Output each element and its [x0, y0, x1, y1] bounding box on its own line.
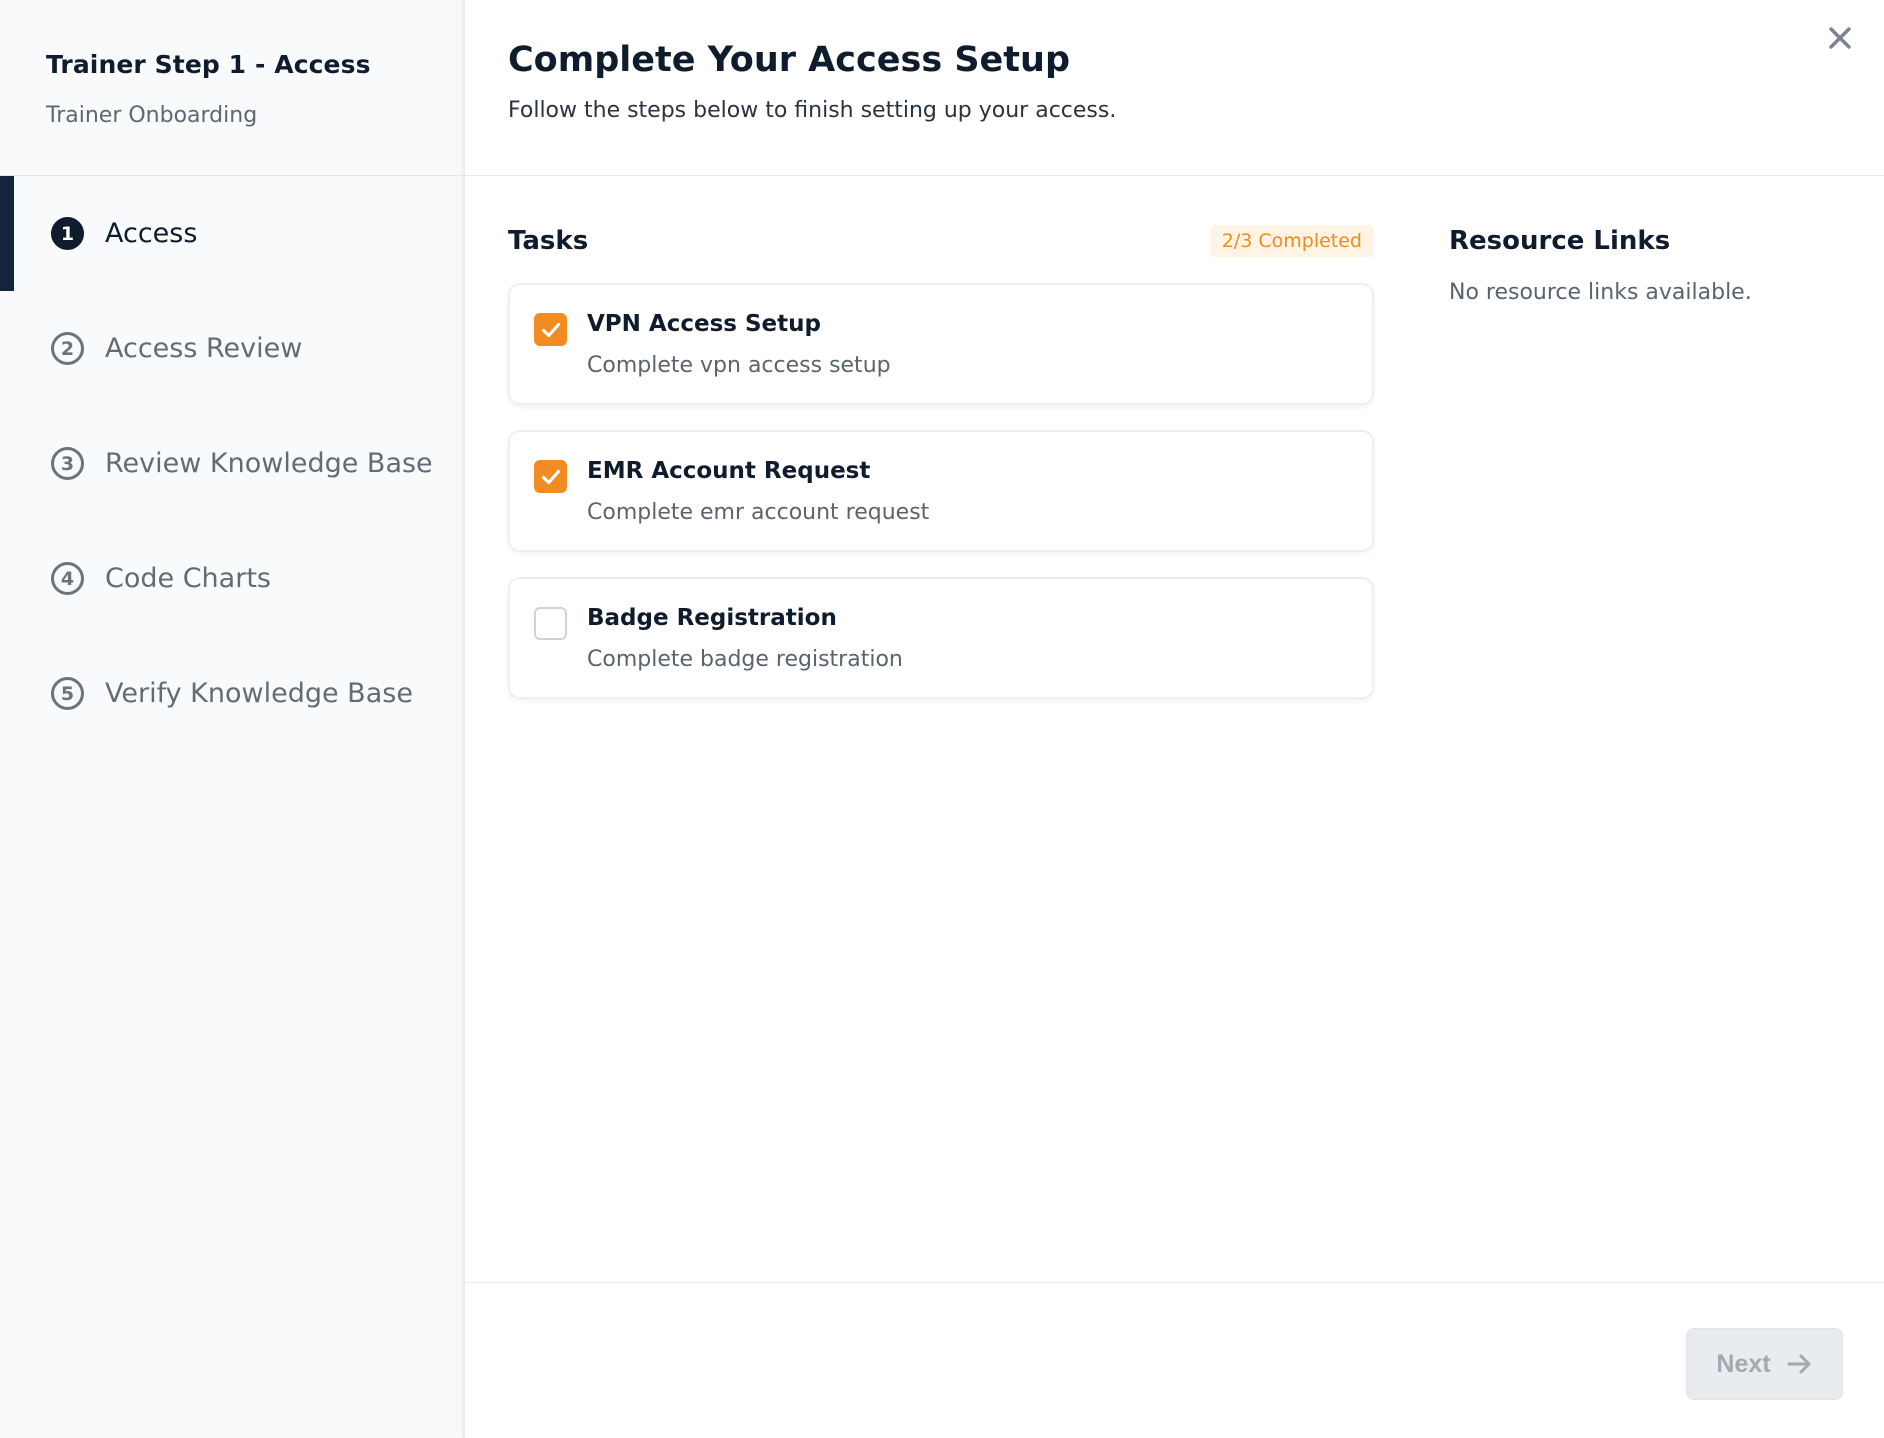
progress-badge: 2/3 Completed [1209, 225, 1374, 257]
step-label: Verify Knowledge Base [105, 678, 413, 709]
next-button[interactable]: Next [1686, 1328, 1843, 1400]
step-label: Review Knowledge Base [105, 448, 433, 479]
main-header: Complete Your Access Setup Follow the st… [465, 0, 1884, 176]
step-label: Access Review [105, 333, 303, 364]
sidebar-header: Trainer Step 1 - Access Trainer Onboardi… [0, 0, 463, 176]
task-checkbox[interactable] [534, 460, 567, 493]
modal-footer: Next [465, 1282, 1884, 1438]
close-button[interactable] [1822, 20, 1858, 56]
step-item-access[interactable]: 1 Access [0, 176, 463, 291]
main-panel: Complete Your Access Setup Follow the st… [465, 0, 1884, 1438]
check-icon [541, 322, 560, 337]
resource-links-empty-text: No resource links available. [1449, 280, 1752, 305]
tasks-section: Tasks 2/3 Completed VPN Access Setup Com… [508, 224, 1374, 724]
check-icon [541, 469, 560, 484]
task-list: VPN Access Setup Complete vpn access set… [508, 283, 1374, 699]
next-button-label: Next [1716, 1349, 1771, 1378]
sidebar-subtitle: Trainer Onboarding [46, 103, 258, 128]
task-title: Badge Registration [587, 605, 837, 631]
page-title: Complete Your Access Setup [508, 40, 1070, 80]
task-description: Complete badge registration [587, 647, 903, 672]
step-label: Code Charts [105, 563, 271, 594]
task-title: VPN Access Setup [587, 311, 821, 337]
task-description: Complete vpn access setup [587, 353, 891, 378]
close-icon [1829, 27, 1851, 49]
page-subtitle: Follow the steps below to finish setting… [508, 98, 1117, 123]
step-number-icon: 3 [51, 447, 84, 480]
sidebar-title: Trainer Step 1 - Access [46, 50, 371, 79]
resource-links-section: Resource Links No resource links availab… [1449, 224, 1849, 305]
tasks-header: Tasks 2/3 Completed [508, 224, 1374, 258]
resource-links-title: Resource Links [1449, 226, 1671, 256]
step-label: Access [105, 218, 198, 249]
step-number-icon: 4 [51, 562, 84, 595]
step-item-access-review[interactable]: 2 Access Review [0, 291, 463, 406]
task-checkbox[interactable] [534, 607, 567, 640]
step-number-icon: 5 [51, 677, 84, 710]
arrow-right-icon [1787, 1353, 1813, 1375]
step-item-verify-knowledge-base[interactable]: 5 Verify Knowledge Base [0, 636, 463, 751]
step-item-code-charts[interactable]: 4 Code Charts [0, 521, 463, 636]
step-number-icon: 2 [51, 332, 84, 365]
task-card: Badge Registration Complete badge regist… [508, 577, 1374, 699]
step-number-icon: 1 [51, 217, 84, 250]
task-card: VPN Access Setup Complete vpn access set… [508, 283, 1374, 405]
step-item-review-knowledge-base[interactable]: 3 Review Knowledge Base [0, 406, 463, 521]
task-title: EMR Account Request [587, 458, 871, 484]
steps-sidebar: Trainer Step 1 - Access Trainer Onboardi… [0, 0, 465, 1438]
step-list: 1 Access 2 Access Review 3 Review Knowle… [0, 176, 463, 751]
task-checkbox[interactable] [534, 313, 567, 346]
task-card: EMR Account Request Complete emr account… [508, 430, 1374, 552]
tasks-title: Tasks [508, 226, 589, 256]
task-description: Complete emr account request [587, 500, 930, 525]
onboarding-modal: Trainer Step 1 - Access Trainer Onboardi… [0, 0, 1884, 1438]
